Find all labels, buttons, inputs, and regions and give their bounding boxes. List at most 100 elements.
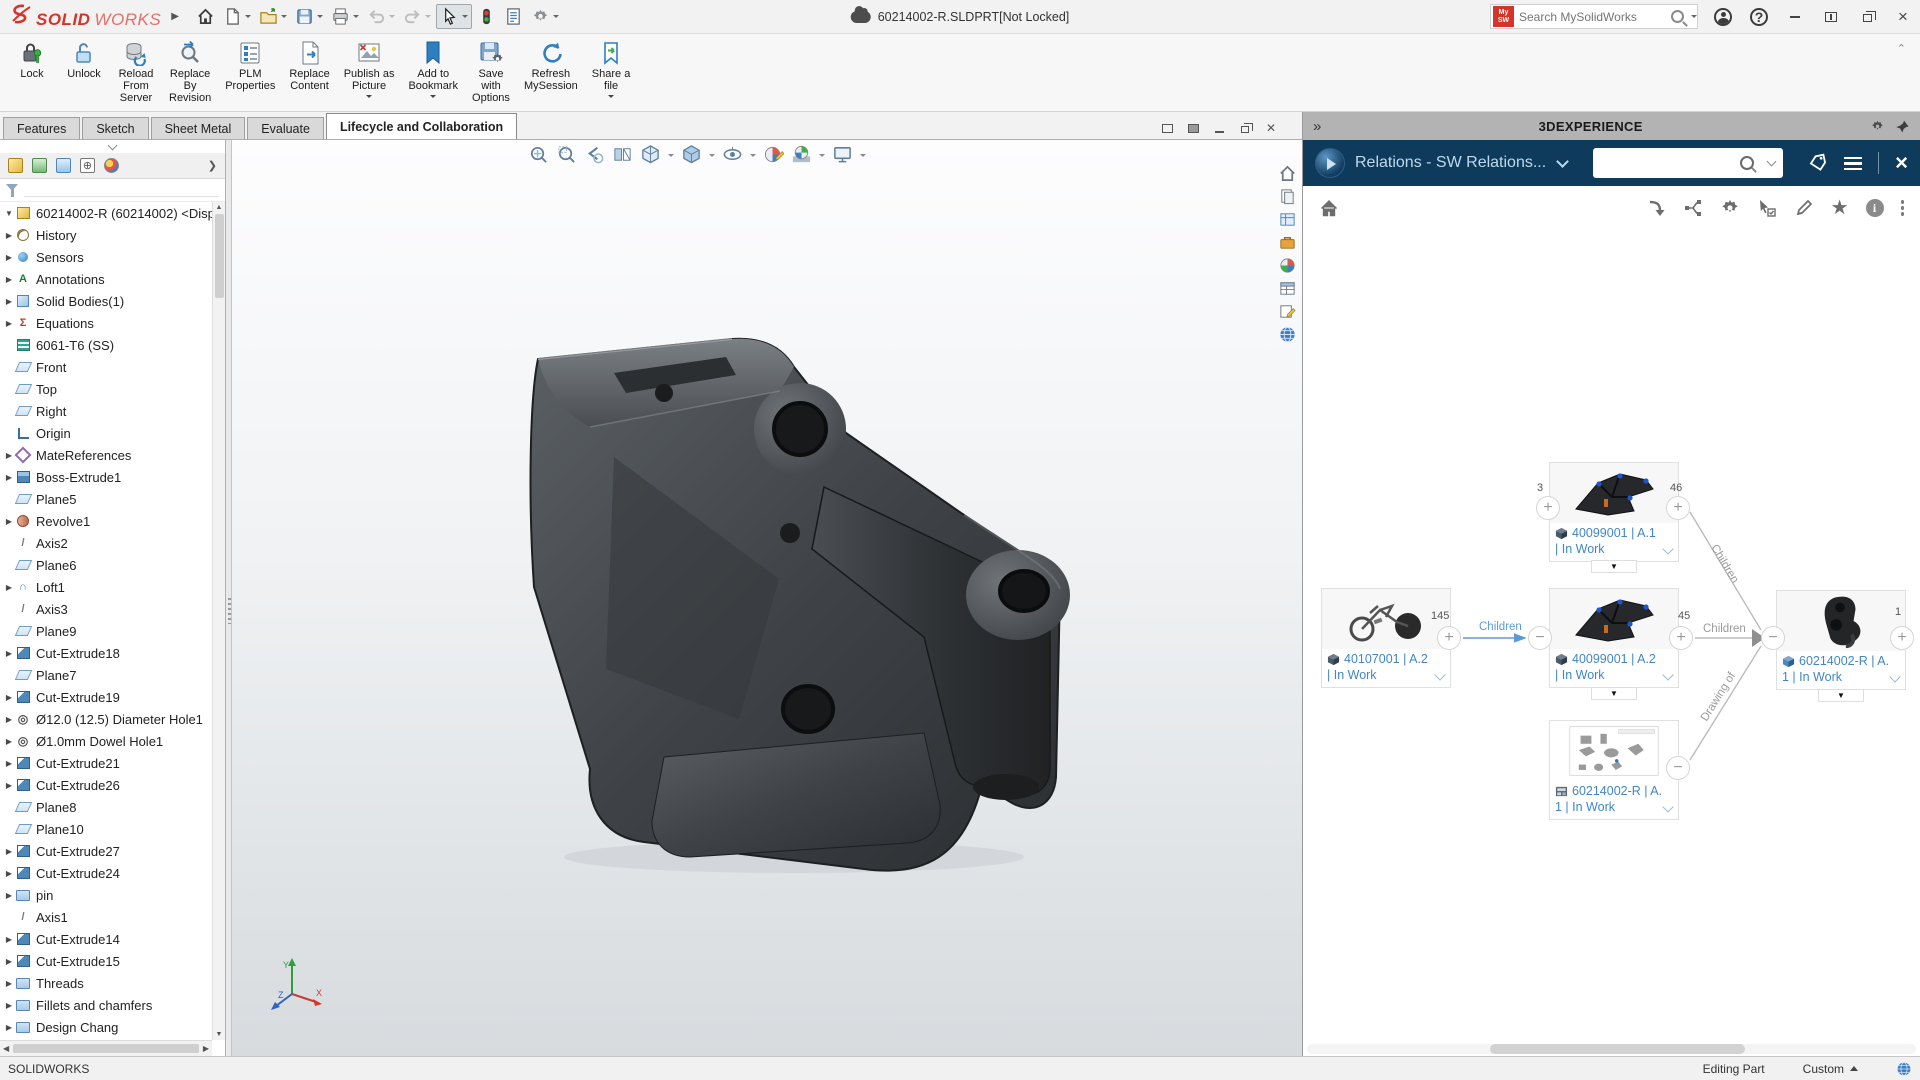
expand-plus-button[interactable]: + [1536,496,1560,520]
apply-scene-icon[interactable] [791,144,812,165]
panel-pin-icon[interactable] [1895,119,1910,134]
toolbar-button-unlock[interactable]: Unlock [58,38,110,106]
taskpane-appearances-icon[interactable] [1278,256,1297,275]
dropdown-caret-icon[interactable] [709,153,715,160]
node-expand-down-button[interactable]: ▼ [1591,560,1637,573]
tree-item-cut-extrude26[interactable]: ▶ Cut-Extrude26 [0,774,212,796]
tree-item-sensors[interactable]: ▶ Sensors [0,246,212,268]
tree-item-cut-extrude15[interactable]: ▶ Cut-Extrude15 [0,950,212,972]
display-style-icon[interactable] [681,144,702,165]
tree-item-plane7[interactable]: Plane7 [0,664,212,686]
search-input[interactable] [1519,9,1671,24]
taskpane-markup-icon[interactable] [1278,302,1297,321]
tree-item-equations[interactable]: ▶Equations [0,312,212,334]
dropdown-caret-icon[interactable] [280,15,287,21]
edit-appearance-icon[interactable] [763,144,784,165]
taskpane-properties-icon[interactable] [1278,279,1297,298]
hide-show-items-icon[interactable] [722,144,743,165]
toolbar-button-save-with-options[interactable]: Save with Options [465,38,517,106]
tree-item-cut-extrude14[interactable]: ▶ Cut-Extrude14 [0,928,212,950]
units-dropdown[interactable]: Custom [1795,1062,1866,1076]
relations-search-box[interactable] [1593,148,1784,178]
dropdown-caret-icon[interactable] [860,153,866,160]
redo-button[interactable] [400,5,434,28]
displaymanager-tab-icon[interactable] [104,158,119,173]
node-chevron-icon[interactable] [1434,669,1446,681]
dropdown-caret-icon[interactable] [750,153,756,160]
expand-plus-button[interactable]: + [1890,626,1914,650]
node-expand-down-button[interactable]: ▼ [1818,689,1864,702]
tree-item-boss-extrude1[interactable]: ▶ Boss-Extrude1 [0,466,212,488]
tree-item-axis3[interactable]: Axis3 [0,598,212,620]
toolbar-button-add-to-bookmark[interactable]: Add to Bookmark [401,38,465,106]
tree-item-cut-extrude24[interactable]: ▶ Cut-Extrude24 [0,862,212,884]
view-orientation-icon[interactable] [640,144,661,165]
dropdown-caret-icon[interactable] [244,15,251,21]
expand-plus-button[interactable]: + [1666,496,1690,520]
dropdown-caret-icon[interactable] [430,95,437,101]
tree-horizontal-scrollbar[interactable]: ◀ ▶ [0,1040,212,1056]
zoom-area-icon[interactable] [556,144,577,165]
panel-collapse-icon[interactable]: » [1313,118,1321,135]
3d-part-model[interactable] [494,337,1094,882]
tree-item-axis1[interactable]: Axis1 [0,906,212,928]
toolbar-button-refresh-mysession[interactable]: Refresh MySession [517,38,585,106]
dropdown-caret-icon[interactable] [608,95,615,101]
tree-vertical-scrollbar[interactable]: ▲ ▼ [212,202,225,1040]
collapse-minus-button[interactable]: − [1528,626,1552,650]
open-button[interactable] [256,5,290,28]
configurationmanager-tab-icon[interactable] [56,158,71,173]
toolbar-button-replace-content[interactable]: Replace Content [282,38,336,106]
toolbar-button-plm-properties[interactable]: PLM Properties [218,38,282,106]
section-view-icon[interactable] [612,144,633,165]
featuremanager-tab-icon[interactable] [8,158,23,173]
user-account-button[interactable] [1712,6,1734,28]
options-button[interactable] [528,5,562,28]
taskpane-toolbox-icon[interactable] [1278,233,1297,252]
graph-node-60214002-drawing[interactable]: 60214002-R | A. 1 | In Work [1549,720,1679,820]
widget-close-icon[interactable]: × [1895,152,1908,174]
platform-globe-icon[interactable] [1896,1061,1912,1077]
taskpane-3dexperience-icon[interactable] [1278,325,1297,344]
home-button[interactable] [193,5,218,28]
collapse-minus-button[interactable]: − [1761,626,1785,650]
save-button[interactable] [292,5,326,28]
tree-item-loft1[interactable]: ▶Loft1 [0,576,212,598]
tree-item-axis2[interactable]: Axis2 [0,532,212,554]
panel-collapse-caret[interactable] [0,140,225,153]
expand-plus-button[interactable]: + [1669,626,1693,650]
tree-item-12-0-12-5-diameter-hole1[interactable]: ▶Ø12.0 (12.5) Diameter Hole1 [0,708,212,730]
toolbar-button-share-a-file[interactable]: Share a file [585,38,638,106]
tab-evaluate[interactable]: Evaluate [247,117,324,139]
tile-window-icon[interactable] [1160,122,1174,134]
restore-button[interactable] [1856,6,1878,28]
ribbon-collapse-icon[interactable]: ⌃ [1887,38,1916,59]
undo-button[interactable] [364,5,398,28]
expand-plus-button[interactable]: + [1437,626,1461,650]
taskpane-library-icon[interactable] [1278,210,1297,229]
close-button[interactable]: × [1892,6,1914,28]
taskpane-documents-icon[interactable] [1278,187,1297,206]
toolbar-button-publish-as-picture[interactable]: Publish as Picture [337,38,402,106]
restore-doc-button[interactable] [1238,122,1253,134]
tab-features[interactable]: Features [3,117,81,139]
node-chevron-icon[interactable] [1662,669,1674,681]
tree-item-top[interactable]: Top [0,378,212,400]
print-button[interactable] [328,5,362,28]
graph-node-40099001-a1[interactable]: 40099001 | A.1 | In Work [1549,462,1679,562]
tree-item-cut-extrude19[interactable]: ▶ Cut-Extrude19 [0,686,212,708]
tree-item-cut-extrude21[interactable]: ▶ Cut-Extrude21 [0,752,212,774]
widget-title-chevron-icon[interactable] [1556,154,1570,168]
tab-sheet-metal[interactable]: Sheet Metal [150,117,246,139]
widget-title[interactable]: Relations - SW Relations... [1355,154,1546,172]
node-chevron-icon[interactable] [1662,543,1674,555]
tree-item-cut-extrude27[interactable]: ▶ Cut-Extrude27 [0,840,212,862]
graph-node-60214002-part[interactable]: 60214002-R | A. 1 | In Work [1776,590,1906,690]
cascade-window-icon[interactable] [1186,122,1200,134]
mysolidworks-search[interactable]: My SW [1490,4,1698,29]
search-icon[interactable] [1740,156,1755,170]
dimxpert-tab-icon[interactable]: ⊕ [80,158,95,173]
tree-item-plane8[interactable]: Plane8 [0,796,212,818]
close-doc-button[interactable]: ✕ [1264,121,1278,135]
view-settings-icon[interactable] [832,144,853,165]
